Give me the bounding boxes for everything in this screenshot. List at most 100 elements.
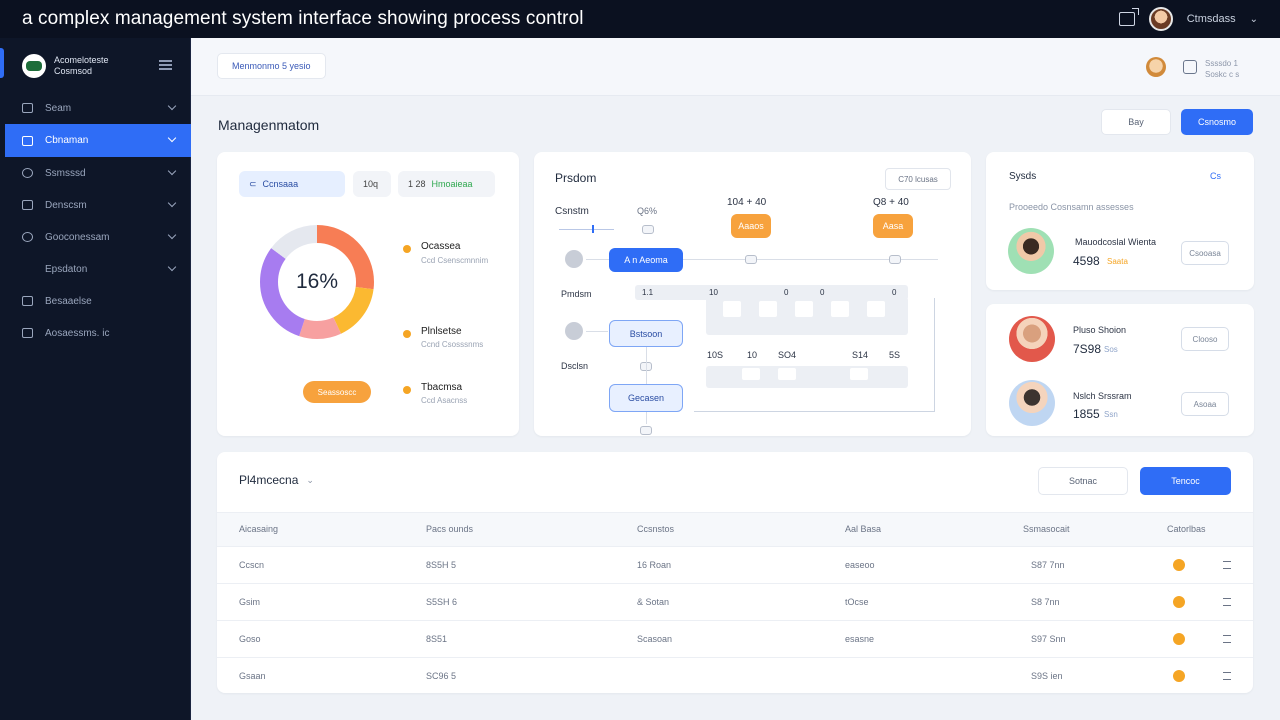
person-action-button[interactable]: Csooasa — [1181, 241, 1229, 265]
status-pill[interactable]: 1 28 Hmoaieaa — [398, 171, 495, 197]
table-cell: 8S5H 5 — [426, 560, 457, 570]
user-name[interactable]: Ctmsdass — [1187, 13, 1236, 25]
brand-logo-icon — [22, 54, 46, 78]
table-row[interactable]: Ccscn 8S5H 5 16 Roan easeoo S87 7nn — [217, 546, 1253, 583]
status-pill-text: Hmoaieaa — [431, 179, 473, 189]
row-menu-icon[interactable] — [1223, 672, 1231, 680]
sidebar-item-1[interactable]: Cbnaman — [5, 124, 191, 157]
legend-sub: Ccd Asacnss — [421, 396, 468, 405]
table-row[interactable]: Gsaan SC96 5 S9S ien — [217, 657, 1253, 694]
person-tag: Ssn — [1104, 410, 1118, 419]
grid-cell — [795, 301, 813, 317]
chevron-down-icon — [167, 262, 177, 272]
sidebar-item-6[interactable]: Besaaelse — [0, 285, 191, 317]
flow-node[interactable]: Bstsoon — [609, 320, 683, 347]
table-primary-button[interactable]: Tencoc — [1140, 467, 1231, 495]
table-title[interactable]: Pl4mcecna ⌄ — [239, 473, 314, 487]
person-action-button[interactable]: Clooso — [1181, 327, 1229, 351]
sidebar-item-label: Gooconessam — [45, 231, 110, 243]
process-select[interactable]: C70 lcusas — [885, 168, 951, 190]
value-pill[interactable]: 10q — [353, 171, 391, 197]
chevron-down-icon — [167, 133, 177, 143]
legend-dot — [403, 330, 411, 338]
people-title: Sysds — [1009, 171, 1037, 182]
grid-cell — [778, 368, 796, 380]
search-pill[interactable]: ⊂ Ccnsaaa — [239, 171, 345, 197]
table-cell: Gsaan — [239, 671, 266, 681]
brand-subtitle: Cosmsod — [54, 66, 93, 76]
flow-node-orange[interactable]: Aasa — [873, 214, 913, 238]
row-menu-icon[interactable] — [1223, 635, 1231, 643]
table-secondary-button[interactable]: Sotnac — [1038, 467, 1128, 495]
donut-center-value: 16% — [295, 270, 339, 293]
people-card: Sysds Cs Prooeedo Cosnsamn assesses Mauo… — [986, 152, 1254, 290]
flow-marker — [592, 225, 594, 233]
category-pill[interactable]: Seassoscc — [303, 381, 371, 403]
external-link-icon[interactable] — [1118, 8, 1139, 26]
process-title: Prsdom — [555, 171, 597, 185]
column-caption: Q8 + 40 — [873, 197, 909, 208]
flow-node-active[interactable]: A n Aeoma — [609, 248, 683, 272]
chevron-down-icon[interactable]: ⌄ — [1250, 14, 1258, 25]
people-link[interactable]: Cs — [1210, 171, 1221, 181]
person-avatar[interactable] — [1008, 228, 1054, 274]
person-avatar[interactable] — [1009, 380, 1055, 426]
grid-value: 5S — [889, 350, 901, 360]
column-header[interactable]: Ccsnstos — [637, 524, 674, 534]
secondary-button[interactable]: Bay — [1101, 109, 1171, 135]
person-tag: Saata — [1107, 257, 1128, 266]
legend-sub: Ccnd Csosssnms — [421, 340, 484, 349]
person-tag: Sos — [1104, 345, 1118, 354]
chevron-down-icon — [167, 166, 177, 176]
primary-button[interactable]: Csnosmo — [1181, 109, 1253, 135]
box-icon — [22, 103, 33, 113]
column-header[interactable]: Aicasaing — [239, 524, 278, 534]
chevron-down-icon: ⌄ — [306, 474, 314, 485]
table-cell: 8S51 — [426, 634, 448, 644]
table-row[interactable]: Goso 8S51 Scasoan esasne S97 Snn — [217, 620, 1253, 657]
grid-value: 0 — [820, 288, 825, 297]
breadcrumb[interactable]: Menmonmo 5 yesio — [217, 53, 326, 79]
flow-node[interactable]: Gecasen — [609, 384, 683, 412]
notification-avatar[interactable] — [1146, 57, 1166, 77]
search-icon: ⊂ — [249, 178, 257, 189]
column-header[interactable]: Catorlbas — [1167, 524, 1206, 534]
brand[interactable]: Acomeloteste Cosmsod — [22, 54, 109, 78]
status-icon — [1173, 670, 1185, 682]
table-cell: tOcse — [845, 597, 869, 607]
legend-dot — [403, 245, 411, 253]
flow-line — [586, 331, 608, 332]
column-header[interactable]: Aal Basa — [845, 524, 881, 534]
flow-connector — [889, 255, 901, 264]
status-icon — [1173, 596, 1185, 608]
sidebar-item-4[interactable]: Gooconessam — [0, 221, 191, 253]
user-avatar[interactable] — [1148, 7, 1173, 31]
menu-toggle-icon[interactable] — [159, 60, 172, 70]
flow-node-orange[interactable]: Aaaos — [731, 214, 771, 238]
sidebar-item-3[interactable]: Denscsm — [0, 189, 191, 221]
grid-cell — [831, 301, 849, 317]
person-avatar[interactable] — [1009, 316, 1055, 362]
legend-dot — [403, 386, 411, 394]
sidebar-item-2[interactable]: Ssmsssd — [0, 157, 191, 189]
sidebar-item-0[interactable]: Seam — [0, 92, 191, 124]
row-menu-icon[interactable] — [1223, 598, 1231, 606]
inbox-icon[interactable] — [1183, 60, 1197, 74]
person-action-button[interactable]: Asoaa — [1181, 392, 1229, 416]
sidebar-item-5[interactable]: Epsdaton — [0, 253, 191, 285]
column-caption: 104 + 40 — [727, 197, 767, 208]
row-label: Pmdsm — [561, 289, 592, 299]
sidebar-item-7[interactable]: Aosaessms. ic — [0, 317, 191, 349]
column-header[interactable]: Pacs ounds — [426, 524, 473, 534]
column-header[interactable]: Ssmasocait — [1023, 524, 1070, 534]
grid-value: 10S — [707, 350, 724, 360]
main-area: Menmonmo 5 yesio Ssssdo 1 Soskc c s Mana… — [191, 38, 1280, 720]
table-row[interactable]: Gsim S5SH 6 & Sotan tOcse S8 7nn — [217, 583, 1253, 620]
flow-line — [646, 412, 647, 424]
row-menu-icon[interactable] — [1223, 561, 1231, 569]
row-label: Dsclsn — [561, 361, 589, 371]
top-bar: a complex management system interface sh… — [0, 0, 1280, 38]
sub-header: Menmonmo 5 yesio Ssssdo 1 Soskc c s — [191, 38, 1280, 96]
column-caption: Q6% — [637, 206, 658, 216]
sub-meta: Ssssdo 1 Soskc c s — [1205, 58, 1239, 80]
